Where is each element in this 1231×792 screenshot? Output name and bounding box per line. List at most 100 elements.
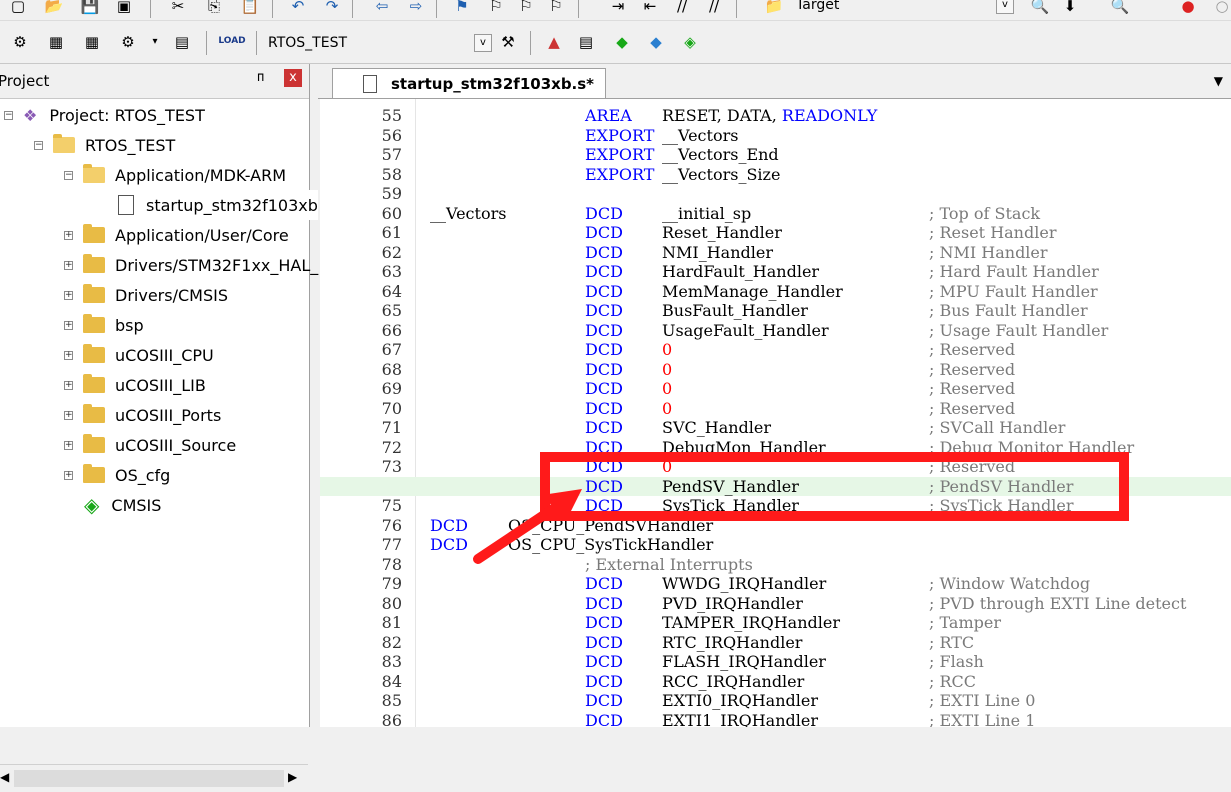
collapse-icon[interactable]: − [34,140,43,150]
new-file-icon[interactable]: ▢ [8,0,28,16]
code-token: __Vectors [430,203,507,223]
code-line: DCD SVC_Handler ; SVCall Handler [320,418,1231,438]
translate-icon[interactable]: ⚙ [10,32,30,52]
tree-item-target[interactable]: − RTOS_TEST [34,130,175,160]
unindent-icon[interactable]: ⇤ [640,0,660,16]
close-icon[interactable]: x [284,69,302,87]
code-line: DCD TAMPER_IRQHandler ; Tamper [320,613,1231,633]
nav-back-icon[interactable]: ⇦ [372,0,392,16]
code-token: PVD_IRQHandler [662,593,803,613]
code-token: ; Reserved [929,379,1016,398]
bookmark-icon[interactable]: ⚑ [452,0,472,16]
tree-item-group[interactable]: + uCOSIII_Source [64,430,236,460]
paste-icon[interactable]: 📋 [240,0,260,16]
tree-item-group[interactable]: + bsp [64,310,144,340]
tree-item-group[interactable]: + uCOSIII_CPU [64,340,214,370]
open-folder-icon[interactable]: 📂 [44,0,64,16]
manage-project-items-icon[interactable]: ▲ [544,32,564,52]
save-icon[interactable]: 💾 [80,0,100,16]
folder-icon [83,374,105,393]
tree-item-cmsis[interactable]: ◈ CMSIS [84,490,161,520]
batch-build-icon[interactable]: ⚙ [118,32,138,52]
code-line: DCD OS_CPU_PendSVHandler [320,516,1231,536]
code-token: ; SysTick Handler [929,496,1074,515]
expand-icon[interactable]: + [64,470,73,480]
tree-item-group[interactable]: + OS_cfg [64,460,170,490]
chevron-down-icon[interactable]: ▾ [145,32,165,52]
expand-icon[interactable]: + [64,230,73,240]
find-in-files-icon[interactable]: 📁 [764,0,784,16]
next-bookmark-icon[interactable]: ⚐ [516,0,536,16]
horizontal-scrollbar[interactable]: ◀ ▶ [0,764,308,792]
expand-icon[interactable]: + [64,410,73,420]
find-combo-value: Target [796,0,840,13]
save-all-icon[interactable]: ▣ [114,0,134,16]
expand-icon[interactable]: + [64,350,73,360]
uncomment-icon[interactable]: // [704,0,724,16]
code-token: EXTI1_IRQHandler [662,710,818,728]
manage-runtime-environment-icon[interactable]: ▤ [576,32,596,52]
scroll-right-icon[interactable]: ▶ [288,770,297,784]
collapse-icon[interactable]: − [4,110,13,120]
breakpoint-icon[interactable]: ● [1178,0,1198,16]
chevron-down-icon[interactable]: v [474,34,492,52]
code-line: DCD FLASH_IRQHandler ; Flash [320,652,1231,672]
tab-startup-file[interactable]: startup_stm32f103xb.s* [332,68,606,98]
expand-icon[interactable]: + [64,320,73,330]
code-line: EXPORT __Vectors [320,126,1231,146]
pin-icon[interactable]: ᴨ [257,70,264,85]
clear-bookmarks-icon[interactable]: ⚐ [546,0,566,16]
code-token: DCD [585,398,623,418]
nav-forward-icon[interactable]: ⇨ [406,0,426,16]
tree-item-group[interactable]: + Drivers/STM32F1xx_HAL_ [64,250,318,280]
scrollbar-thumb[interactable] [14,770,284,787]
code-line: DCD OS_CPU_SysTickHandler [320,535,1231,555]
expand-icon[interactable]: + [64,290,73,300]
code-token: ; Tamper [929,613,1001,632]
disable-breakpoint-icon[interactable]: ○ [1212,0,1231,16]
tree-item-group[interactable]: + uCOSIII_LIB [64,370,206,400]
cmsis-icon[interactable]: ◈ [680,32,700,52]
download-load-icon[interactable]: LOAD [218,31,245,51]
rebuild-icon[interactable]: ▦ [82,32,102,52]
tree-item-group[interactable]: + Application/User/Core [64,220,289,250]
build-icon[interactable]: ▦ [46,32,66,52]
tree-item-group[interactable]: + Drivers/CMSIS [64,280,228,310]
folder-icon [83,254,105,273]
code-token: EXTI0_IRQHandler [662,691,818,710]
redo-icon[interactable]: ↷ [322,0,342,16]
tree-item-group[interactable]: − Application/MDK-ARM [64,160,286,190]
code-token: SysTick_Handler [662,496,799,515]
tree-item-file[interactable]: startup_stm32f103xb [118,190,318,220]
tree-item-label: bsp [115,315,144,335]
options-for-target-icon[interactable]: ⚒ [498,32,518,52]
cut-icon[interactable]: ✂ [168,0,188,16]
collapse-icon[interactable]: − [64,170,73,180]
prev-bookmark-icon[interactable]: ⚐ [486,0,506,16]
comment-icon[interactable]: // [672,0,692,16]
debug-icon[interactable]: 🔍 [1110,0,1130,16]
expand-icon[interactable]: + [64,260,73,270]
chevron-down-icon[interactable]: v [996,0,1014,14]
copy-icon[interactable]: ⎘ [204,0,224,16]
code-token: ; RCC [929,671,977,691]
pack-installer-icon[interactable]: ◆ [612,32,632,52]
find-combo[interactable]: Target v [790,0,1016,18]
tree-item-group[interactable]: + uCOSIII_Ports [64,400,221,430]
code-line: EXPORT __Vectors_Size [320,165,1231,185]
code-editor[interactable]: 5556575859606162636465666768697071727374… [320,99,1231,727]
code-line: DCD PVD_IRQHandler ; PVD through EXTI Line… [320,594,1231,614]
select-software-packs-icon[interactable]: ◆ [646,32,666,52]
find-icon[interactable]: 🔍 [1030,0,1050,16]
stop-build-icon[interactable]: ▤ [172,32,192,52]
expand-icon[interactable]: + [64,440,73,450]
target-select[interactable]: RTOS_TEST v [262,32,494,56]
scroll-left-icon[interactable]: ◀ [0,770,9,784]
expand-icon[interactable]: + [64,380,73,390]
undo-icon[interactable]: ↶ [288,0,308,16]
tree-item-project[interactable]: − ❖ Project: RTOS_TEST [4,100,205,130]
incremental-find-icon[interactable]: ⬇ [1060,0,1080,16]
code-token: __Vectors [662,125,739,145]
indent-icon[interactable]: ⇥ [608,0,628,16]
tab-list-dropdown-icon[interactable]: ▼ [1214,74,1223,88]
